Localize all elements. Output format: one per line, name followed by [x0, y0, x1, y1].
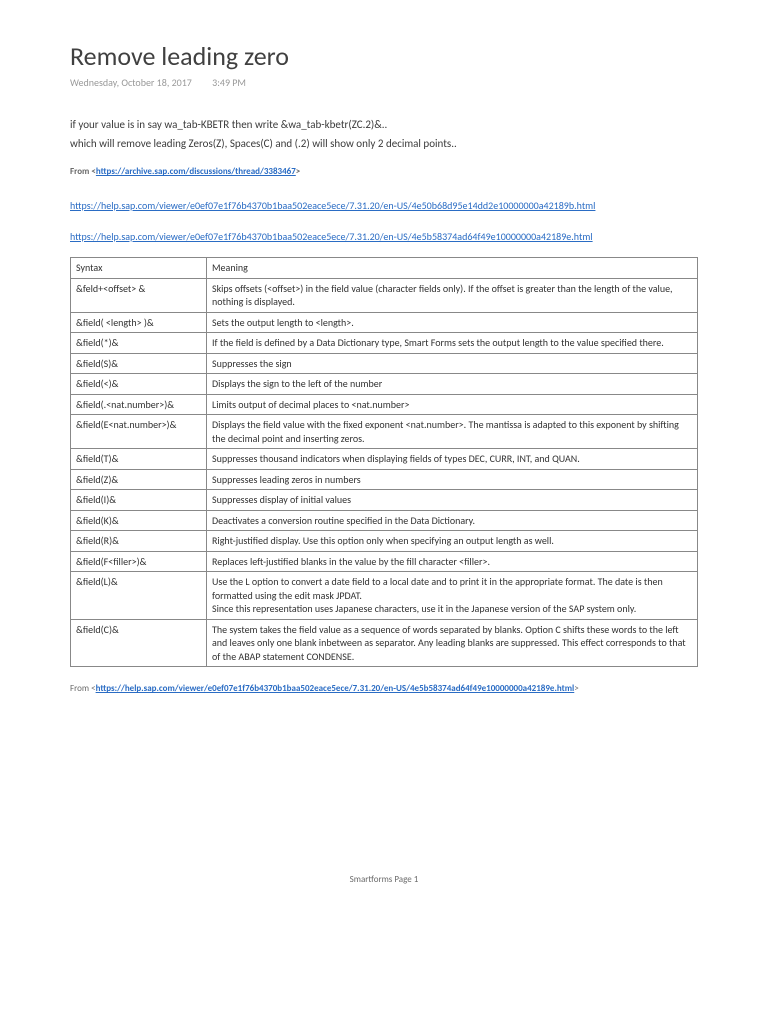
cell-meaning: Suppresses leading zeros in numbers	[207, 469, 698, 490]
table-row: &field(.<nat.number>)&Limits output of d…	[71, 394, 698, 415]
page-title: Remove leading zero	[70, 40, 698, 72]
from-prefix: From <	[70, 166, 96, 177]
table-head-row: Syntax Meaning	[71, 258, 698, 279]
col-header-meaning: Meaning	[207, 258, 698, 279]
cell-meaning: Replaces left-justified blanks in the va…	[207, 551, 698, 572]
cell-syntax: &field(*)&	[71, 333, 207, 354]
cell-meaning: Deactivates a conversion routine specifi…	[207, 510, 698, 531]
table-row: &field(<)&Displays the sign to the left …	[71, 374, 698, 395]
cell-meaning: Suppresses display of initial values	[207, 490, 698, 511]
cell-syntax: &field(<)&	[71, 374, 207, 395]
source-line-1: From <https://archive.sap.com/discussion…	[70, 166, 698, 177]
table-row: &field(F<filler>)&Replaces left-justifie…	[71, 551, 698, 572]
table-row: &field(S)&Suppresses the sign	[71, 353, 698, 374]
table-row: &field(C)&The system takes the field val…	[71, 619, 698, 667]
cell-syntax: &field(L)&	[71, 572, 207, 620]
cell-syntax: &field(F<filler>)&	[71, 551, 207, 572]
page-meta: Wednesday, October 18, 2017 3:49 PM	[70, 76, 698, 89]
cell-meaning: Sets the output length to <length>.	[207, 312, 698, 333]
cell-syntax: &field(T)&	[71, 449, 207, 470]
cell-meaning: Skips offsets (<offset>) in the field va…	[207, 278, 698, 312]
from-suffix: >	[296, 166, 300, 177]
paragraph-1: if your value is in say wa_tab-KBETR the…	[70, 117, 698, 134]
cell-syntax: &field(E<nat.number>)&	[71, 415, 207, 449]
table-row: &field(T)&Suppresses thousand indicators…	[71, 449, 698, 470]
help-link-2[interactable]: https://help.sap.com/viewer/e0ef07e1f76b…	[70, 230, 593, 243]
page-footer: Smartforms Page 1	[70, 874, 698, 885]
cell-syntax: &field(R)&	[71, 531, 207, 552]
source-line-2: From <https://help.sap.com/viewer/e0ef07…	[70, 683, 698, 694]
cell-meaning: Suppresses the sign	[207, 353, 698, 374]
from2-prefix: From <	[70, 683, 96, 694]
cell-syntax: &field(Z)&	[71, 469, 207, 490]
from2-suffix: >	[574, 683, 578, 694]
page-time: 3:49 PM	[212, 76, 246, 89]
link-block-1: https://help.sap.com/viewer/e0ef07e1f76b…	[70, 195, 698, 214]
cell-meaning: Limits output of decimal places to <nat.…	[207, 394, 698, 415]
table-row: &field(Z)&Suppresses leading zeros in nu…	[71, 469, 698, 490]
table-row: &feld+<offset> &Skips offsets (<offset>)…	[71, 278, 698, 312]
source-link-1[interactable]: https://archive.sap.com/discussions/thre…	[96, 166, 296, 177]
cell-meaning: If the field is defined by a Data Dictio…	[207, 333, 698, 354]
table-row: &field(K)&Deactivates a conversion routi…	[71, 510, 698, 531]
cell-syntax: &field(I)&	[71, 490, 207, 511]
help-link-1[interactable]: https://help.sap.com/viewer/e0ef07e1f76b…	[70, 199, 595, 212]
source-link-2[interactable]: https://help.sap.com/viewer/e0ef07e1f76b…	[96, 683, 575, 694]
table-row: &field( <length> )&Sets the output lengt…	[71, 312, 698, 333]
cell-meaning: Displays the sign to the left of the num…	[207, 374, 698, 395]
cell-meaning: Suppresses thousand indicators when disp…	[207, 449, 698, 470]
table-row: &field(E<nat.number>)&Displays the field…	[71, 415, 698, 449]
cell-syntax: &field(C)&	[71, 619, 207, 667]
cell-meaning: Displays the field value with the fixed …	[207, 415, 698, 449]
table-row: &field(L)&Use the L option to convert a …	[71, 572, 698, 620]
col-header-syntax: Syntax	[71, 258, 207, 279]
cell-meaning: The system takes the field value as a se…	[207, 619, 698, 667]
paragraph-2: which will remove leading Zeros(Z), Spac…	[70, 136, 698, 153]
page-date: Wednesday, October 18, 2017	[70, 76, 192, 89]
cell-meaning: Right-justified display. Use this option…	[207, 531, 698, 552]
cell-syntax: &field( <length> )&	[71, 312, 207, 333]
cell-meaning: Use the L option to convert a date field…	[207, 572, 698, 620]
cell-syntax: &feld+<offset> &	[71, 278, 207, 312]
table-body: &feld+<offset> &Skips offsets (<offset>)…	[71, 278, 698, 667]
cell-syntax: &field(.<nat.number>)&	[71, 394, 207, 415]
document-page: Remove leading zero Wednesday, October 1…	[0, 0, 768, 905]
link-block-2: https://help.sap.com/viewer/e0ef07e1f76b…	[70, 226, 698, 245]
table-row: &field(R)&Right-justified display. Use t…	[71, 531, 698, 552]
syntax-table: Syntax Meaning &feld+<offset> &Skips off…	[70, 257, 698, 667]
table-row: &field(I)&Suppresses display of initial …	[71, 490, 698, 511]
cell-syntax: &field(S)&	[71, 353, 207, 374]
cell-syntax: &field(K)&	[71, 510, 207, 531]
table-row: &field(*)&If the field is defined by a D…	[71, 333, 698, 354]
